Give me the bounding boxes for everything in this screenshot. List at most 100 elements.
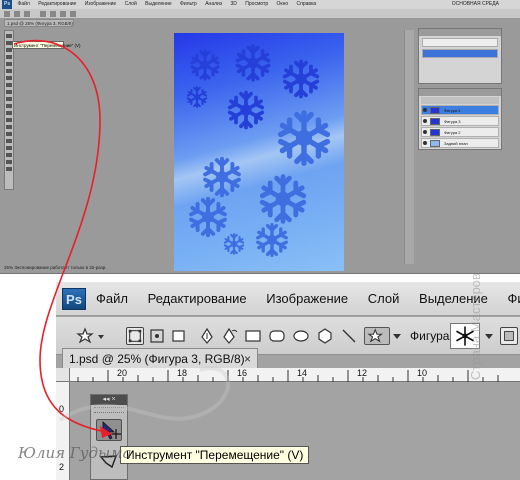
eye-icon[interactable]: [423, 108, 427, 112]
mini-option-icon[interactable]: [14, 11, 20, 17]
mini-option-icon[interactable]: [4, 11, 10, 17]
ruler-label: 14: [297, 368, 308, 378]
snowflake: [282, 59, 320, 99]
shape-layers-icon[interactable]: [126, 327, 144, 345]
ruler-label: 2: [59, 462, 65, 472]
mini-option-icon[interactable]: [70, 11, 76, 17]
vertical-ruler[interactable]: 0 2: [56, 368, 70, 480]
mini-menu-view[interactable]: Просмотр: [245, 1, 268, 7]
layer-name: Фигура 4: [444, 108, 461, 113]
snowflake: [235, 44, 271, 82]
line-tool-icon[interactable]: [340, 327, 358, 345]
layer-name: Фигура 3: [444, 119, 461, 124]
eye-icon[interactable]: [423, 119, 427, 123]
mini-toolbox: [4, 30, 14, 190]
document-tab[interactable]: 1.psd @ 25% (Фигура 3, RGB/8) ×: [62, 348, 258, 370]
site-watermark: Страна Мастеров: [468, 273, 483, 380]
snowflake: [223, 233, 245, 255]
mini-menu-layer[interactable]: Слой: [125, 1, 137, 7]
mini-menu-edit[interactable]: Редактирование: [38, 1, 76, 7]
mini-ps-logo: Ps: [2, 0, 13, 9]
shape-mode-icon[interactable]: [500, 327, 518, 345]
layer-row[interactable]: Фигура 2: [421, 127, 499, 137]
ps-logo[interactable]: Ps: [62, 288, 86, 310]
menubar: Ps Файл Редактирование Изображение Слой …: [56, 282, 520, 316]
ruler-label: 10: [417, 368, 428, 378]
menu-filter[interactable]: Фильтр: [508, 291, 520, 306]
custom-shape-icon[interactable]: [364, 327, 390, 345]
fill-pixels-icon[interactable]: [170, 327, 188, 345]
ruler-label: 18: [177, 368, 188, 378]
mini-panel-row[interactable]: [422, 49, 498, 58]
mini-menubar: Ps Файл Редактирование Изображение Слой …: [0, 0, 520, 9]
mini-panel-row[interactable]: [422, 38, 498, 47]
menu-layer[interactable]: Слой: [368, 291, 400, 306]
mini-panel-scrollbar[interactable]: [404, 30, 414, 264]
menu-image[interactable]: Изображение: [266, 291, 348, 306]
snowflake: [262, 177, 304, 222]
chevron-down-icon[interactable]: [392, 327, 402, 345]
paths-icon[interactable]: [148, 327, 166, 345]
mini-history-panel: [418, 28, 502, 84]
mini-menu-filter[interactable]: Фильтр: [180, 1, 197, 7]
photoshop-overview-screenshot: Ps Файл Редактирование Изображение Слой …: [0, 0, 520, 274]
move-tool-button[interactable]: [96, 419, 122, 441]
snowflake-canvas[interactable]: [174, 33, 344, 271]
layer-thumbnail: [430, 107, 440, 114]
snowflake: [256, 222, 288, 258]
author-credit: Юлия Гудыма: [18, 444, 132, 462]
mini-option-icon[interactable]: [50, 11, 56, 17]
snowflake: [281, 113, 328, 163]
mini-tooltip: Инструмент "Перемещение" (V): [12, 41, 81, 49]
snowflake: [190, 49, 220, 81]
document-tab-title: 1.psd @ 25% (Фигура 3, RGB/8): [69, 352, 245, 366]
layer-row[interactable]: Задний план: [421, 138, 499, 148]
snowflakes-artwork: [186, 44, 344, 258]
mini-workspace-label[interactable]: ОСНОВНАЯ СРЕДА: [452, 0, 499, 9]
ruler-origin[interactable]: [56, 368, 70, 382]
mini-menu-file[interactable]: Файл: [18, 1, 30, 7]
tools-panel-header[interactable]: ◂◂ ×: [91, 395, 127, 405]
move-tool-tooltip: Инструмент "Перемещение" (V): [120, 446, 310, 464]
move-tool-icon: [102, 421, 121, 440]
ruler-ticks: [77, 370, 499, 382]
mini-status-bar: 25% Экспонирование работает только в 32-…: [4, 265, 107, 270]
mini-option-icon[interactable]: [40, 11, 46, 17]
mini-menu-3d[interactable]: 3D: [231, 1, 237, 7]
mini-menu-select[interactable]: Выделение: [145, 1, 172, 7]
ruler-label: 20: [117, 368, 128, 378]
rounded-rectangle-icon[interactable]: [268, 327, 286, 345]
mini-option-icon[interactable]: [24, 11, 30, 17]
mini-menu-window[interactable]: Окно: [277, 1, 289, 7]
mini-menu-analysis[interactable]: Анализ: [205, 1, 222, 7]
mini-document-tab[interactable]: 1.psd @ 25% (Фигура 3, RGB/8): [4, 19, 74, 27]
menu-file[interactable]: Файл: [96, 291, 128, 306]
horizontal-ruler[interactable]: 20 18 16 14 12 10: [70, 368, 520, 382]
mini-menu-image[interactable]: Изображение: [85, 1, 117, 7]
mini-option-icon[interactable]: [60, 11, 66, 17]
layer-name: Фигура 2: [444, 130, 461, 135]
snowflake: [189, 196, 227, 238]
mini-menu-help[interactable]: Справка: [297, 1, 317, 7]
layer-row[interactable]: Фигура 3: [421, 116, 499, 126]
eye-icon[interactable]: [423, 141, 427, 145]
pen-tool-icon[interactable]: [198, 327, 216, 345]
shape-label: Фигура:: [410, 329, 453, 343]
menu-edit[interactable]: Редактирование: [148, 291, 247, 306]
freeform-pen-icon[interactable]: [220, 327, 238, 345]
close-icon[interactable]: ×: [244, 349, 251, 369]
chevron-down-icon[interactable]: [484, 327, 494, 345]
ruler-label: 16: [237, 368, 248, 378]
eye-icon[interactable]: [423, 130, 427, 134]
snowflake: [186, 86, 208, 108]
ruler-label: 0: [59, 404, 65, 414]
panel-grip[interactable]: [94, 407, 124, 413]
mini-options-bar: [0, 9, 520, 19]
ellipse-tool-icon[interactable]: [292, 327, 310, 345]
layer-row[interactable]: Фигура 4: [421, 105, 499, 115]
layer-name: Задний план: [444, 141, 468, 146]
snowflake: [227, 90, 265, 130]
rectangle-tool-icon[interactable]: [244, 327, 262, 345]
shape-preset-icon[interactable]: [76, 327, 106, 345]
polygon-tool-icon[interactable]: [316, 327, 334, 345]
